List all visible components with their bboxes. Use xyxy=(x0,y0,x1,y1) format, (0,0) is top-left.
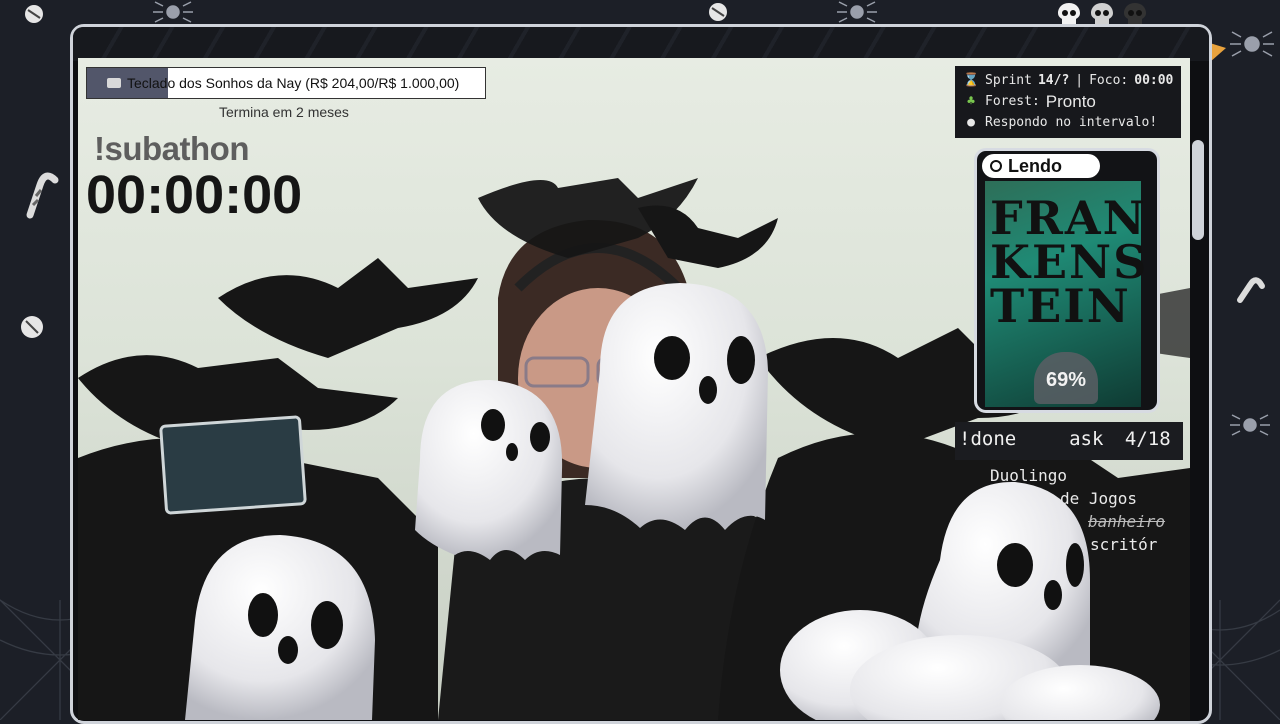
book-title-line: FRAN xyxy=(990,191,1147,245)
hourglass-icon: ⌛ xyxy=(963,73,980,88)
goal-deadline: Termina em 2 meses xyxy=(219,104,349,120)
speech-bubble-icon: ● xyxy=(967,115,975,130)
candy-icon xyxy=(25,5,43,23)
subathon-command: !subathon xyxy=(94,130,249,167)
list-item: banheiro xyxy=(1088,512,1166,531)
spider-icon xyxy=(837,1,877,23)
phone-device xyxy=(159,415,307,515)
task-count: 4/18 xyxy=(1124,428,1171,450)
skull-icon xyxy=(1124,3,1146,24)
focus-value: 00:00 xyxy=(1134,73,1174,88)
candy-icon xyxy=(21,316,43,338)
candy-cane-icon xyxy=(26,172,59,219)
divider: | xyxy=(1075,73,1084,88)
goal-bar: Teclado dos Sonhos da Nay (R$ 204,00/R$ … xyxy=(86,67,486,99)
reading-status: Lendo xyxy=(982,154,1100,178)
forest-label: Forest: xyxy=(985,94,1040,109)
reading-status-label: Lendo xyxy=(1008,155,1062,176)
sprint-value: 14/? xyxy=(1037,73,1070,88)
pomodoro-panel: ⌛ Sprint 14/? | Foco: 00:00 ♣ Forest: Pr… xyxy=(955,66,1181,138)
list-item: scritór xyxy=(1090,535,1158,554)
book-title: FRAN KENS TEIN xyxy=(990,191,1149,333)
skull-icon xyxy=(1091,3,1113,24)
subathon-timer: 00:00:00 xyxy=(86,165,303,225)
candy-icon xyxy=(709,3,727,21)
book-title-line: TEIN xyxy=(990,279,1131,333)
scrollbar[interactable] xyxy=(1192,140,1204,240)
sprint-label: Sprint xyxy=(985,73,1032,88)
list-item: de Jogos xyxy=(1060,489,1138,508)
spider-icon xyxy=(153,1,193,23)
sprout-icon: ♣ xyxy=(967,94,975,109)
list-item: Duolingo xyxy=(990,466,1068,485)
reply-text: Respondo no intervalo! xyxy=(985,115,1158,130)
task-label: ask xyxy=(1069,428,1104,450)
spider-icon xyxy=(1230,31,1274,57)
candy-cane-icon xyxy=(1237,277,1265,303)
frame-title-bar xyxy=(73,27,1209,61)
focus-label: Foco: xyxy=(1089,73,1129,88)
spider-icon xyxy=(1230,414,1270,436)
forest-value: Pronto xyxy=(1045,91,1096,111)
task-command: !done xyxy=(959,428,1017,450)
keyboard-icon xyxy=(107,78,121,88)
book-title-line: KENS xyxy=(990,235,1149,289)
status-dot-icon xyxy=(990,160,1002,172)
task-header: !done ask 4/18 xyxy=(955,422,1183,460)
goal-label: Teclado dos Sonhos da Nay (R$ 204,00/R$ … xyxy=(127,75,460,91)
book-progress: 69% xyxy=(1034,352,1098,404)
skull-icon xyxy=(1058,3,1080,24)
task-list: Duolingo de Jogos banheiro scritór xyxy=(960,466,1180,558)
